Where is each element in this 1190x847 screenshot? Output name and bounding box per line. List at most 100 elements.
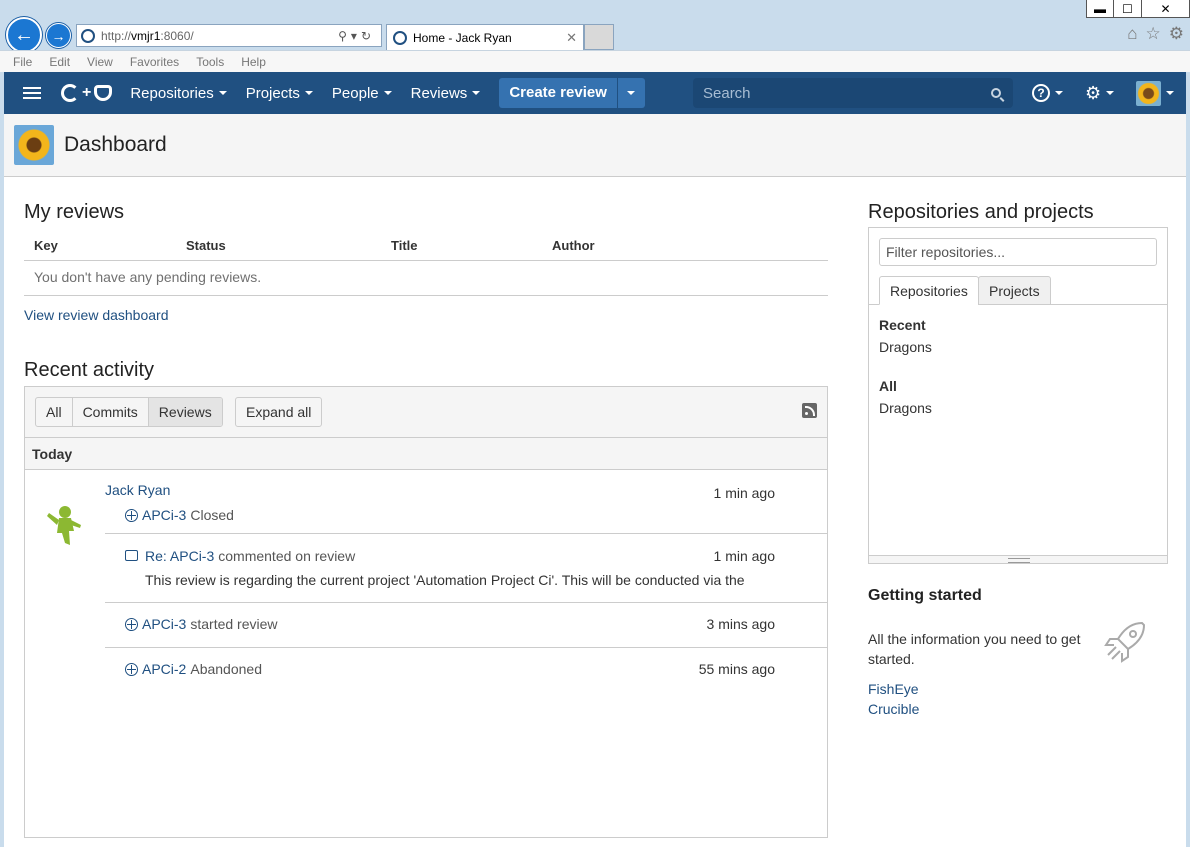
app-logo[interactable]: + [61,84,113,102]
header-tools: ? ⚙ [1032,72,1190,114]
menu-tools[interactable]: Tools [196,55,224,69]
filter-all[interactable]: All [36,398,73,426]
admin-menu[interactable]: ⚙ [1085,82,1115,104]
address-url: http://vmjr1:8060/ [101,28,194,43]
activity-text: commented on review [218,548,356,564]
column-key: Key [34,238,58,253]
chevron-down-icon [1055,91,1063,95]
column-author: Author [552,238,595,253]
activity-line: APCi-3 Closed [125,507,234,523]
activity-line: APCi-3 started review [125,616,278,632]
menu-hamburger-icon[interactable] [23,84,41,102]
review-link[interactable]: APCi-3 [142,616,186,632]
filter-commits[interactable]: Commits [73,398,149,426]
activity-time: 1 min ago [713,485,775,501]
user-menu[interactable] [1136,80,1175,106]
back-arrow-icon[interactable]: ← [6,17,42,53]
rss-feed-icon[interactable] [802,403,817,418]
activity-item: APCi-3 Closed 1 min ago [105,477,827,534]
menu-favorites[interactable]: Favorites [130,55,179,69]
search-icon[interactable] [991,88,1001,98]
activity-toolbar: All Commits Reviews Expand all [25,387,827,438]
tab-title: Home - Jack Ryan [413,30,512,45]
browser-tab[interactable]: Home - Jack Ryan ✕ [386,24,584,50]
review-icon [125,508,138,522]
browser-toolbar-icons: ⌂ ☆ ⚙ [1127,24,1184,44]
rocket-icon [1104,621,1146,663]
maximize-button[interactable]: ☐ [1114,0,1142,18]
create-review-dropdown[interactable] [618,78,645,108]
gear-icon: ⚙ [1085,82,1102,103]
home-icon[interactable]: ⌂ [1127,24,1137,44]
recent-label: Recent [879,317,926,333]
address-bar[interactable]: http://vmjr1:8060/ ⚲▾↻ [76,24,382,47]
table-header: Key Status Title Author [24,231,828,261]
fisheye-logo-icon [61,84,79,102]
nav-reviews-label: Reviews [410,84,468,102]
resize-handle[interactable] [869,555,1167,563]
user-avatar-icon [47,506,81,545]
chevron-down-icon [1106,91,1115,95]
activity-text: Closed [190,507,234,523]
tab-repositories[interactable]: Repositories [879,276,979,305]
crucible-link[interactable]: Crucible [868,701,919,717]
close-window-button[interactable]: ✕ [1142,0,1190,18]
repo-link-dragons[interactable]: Dragons [879,339,932,355]
crucible-logo-icon [94,85,113,101]
create-review-group: Create review [499,78,645,108]
review-link[interactable]: APCi-2 [142,661,186,677]
filter-repositories-input[interactable]: Filter repositories... [879,238,1157,266]
logo-plus: + [82,84,92,101]
page-header: Dashboard [4,114,1186,177]
chevron-down-icon [627,91,636,95]
menu-edit[interactable]: Edit [49,55,70,69]
site-favicon-icon [81,28,95,43]
minimize-button[interactable]: ▬ [1086,0,1114,18]
help-menu[interactable]: ? [1032,84,1063,102]
forward-arrow-icon[interactable]: → [46,23,71,48]
repo-link-dragons[interactable]: Dragons [879,400,932,416]
create-review-button[interactable]: Create review [499,78,618,108]
tab-projects[interactable]: Projects [978,276,1051,305]
tab-close-icon[interactable]: ✕ [566,30,577,46]
menu-file[interactable]: File [13,55,32,69]
activity-text: started review [190,616,278,632]
nav-projects-label: Projects [245,84,300,102]
filter-reviews[interactable]: Reviews [148,398,222,426]
help-icon: ? [1032,84,1050,102]
nav-reviews[interactable]: Reviews [411,85,481,102]
all-repos: All Dragons [879,378,932,416]
menu-view[interactable]: View [87,55,113,69]
main-content: My reviews Key Status Title Author You d… [4,177,1186,847]
column-status: Status [186,238,226,253]
nav-repositories[interactable]: Repositories [130,84,227,102]
nav-people[interactable]: People [332,85,392,102]
activity-time: 3 mins ago [706,616,775,632]
favorites-star-icon[interactable]: ☆ [1146,24,1161,44]
window-controls: ▬ ☐ ✕ [1086,0,1190,18]
view-review-dashboard-link[interactable]: View review dashboard [24,307,169,323]
address-search-refresh-icon[interactable]: ⚲▾↻ [338,29,375,43]
recent-activity-heading: Recent activity [24,359,155,381]
user-avatar [14,125,54,165]
tab-favicon-icon [393,30,407,45]
chevron-down-icon [304,91,313,95]
chevron-down-icon [1166,91,1175,95]
menu-help[interactable]: Help [241,55,266,69]
nav-repositories-label: Repositories [130,84,214,102]
search-input[interactable]: Search [703,85,991,102]
new-tab-button[interactable] [584,24,614,50]
all-label: All [879,378,897,394]
page-title: Dashboard [64,133,167,156]
fisheye-link[interactable]: FishEye [868,681,919,697]
header-search[interactable]: Search [693,78,1013,108]
comment-icon [125,549,138,561]
browser-chrome: ▬ ☐ ✕ ← → http://vmjr1:8060/ ⚲▾↻ Home - … [0,0,1190,72]
getting-started-text: All the information you need to get star… [868,631,1081,667]
review-link[interactable]: APCi-3 [142,507,186,523]
nav-projects[interactable]: Projects [246,85,313,102]
tools-gear-icon[interactable]: ⚙ [1169,24,1184,44]
expand-all-button[interactable]: Expand all [235,397,323,427]
comment-link[interactable]: Re: APCi-3 [145,548,214,564]
activity-time: 1 min ago [713,548,775,564]
